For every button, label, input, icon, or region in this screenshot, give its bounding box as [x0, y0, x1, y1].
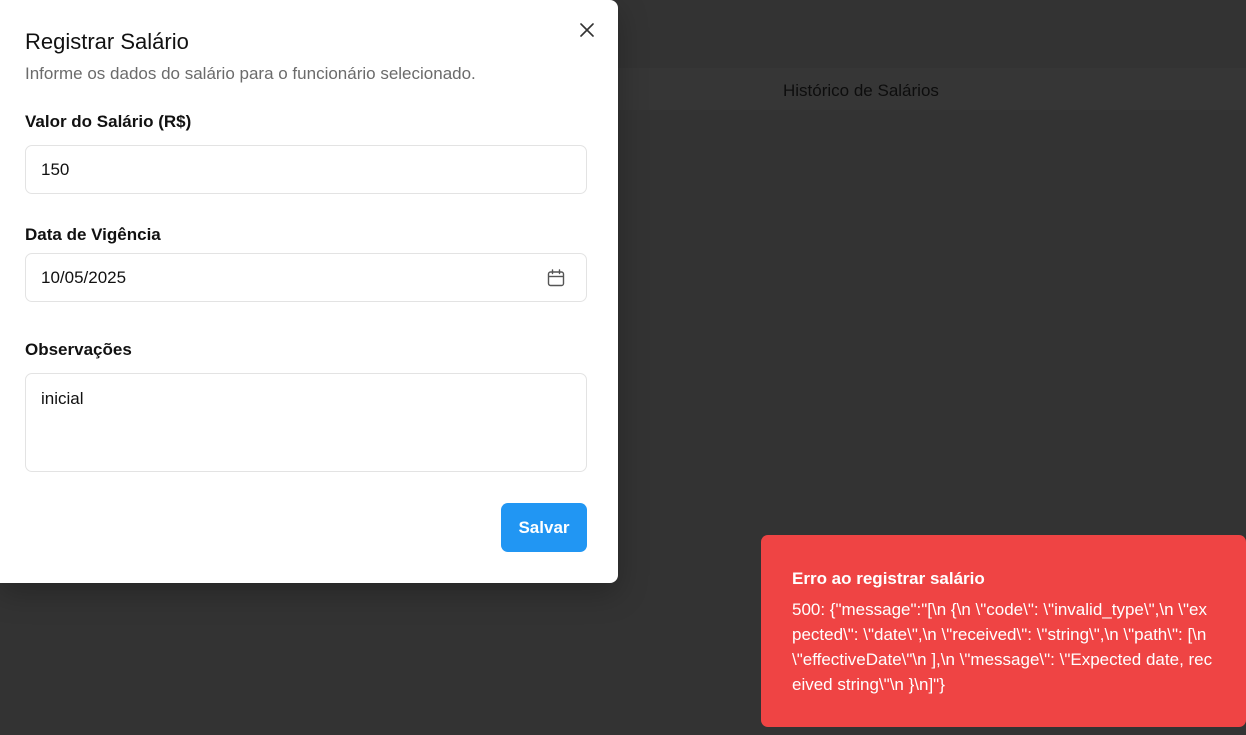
dialog-description: Informe os dados do salário para o funci… — [25, 64, 476, 83]
notes-value: inicial — [41, 389, 84, 408]
effective-date-value: 10/05/2025 — [41, 267, 127, 287]
close-icon — [580, 23, 594, 37]
error-toast[interactable]: Erro ao registrar salário 500: {"message… — [761, 535, 1246, 727]
effective-date-label: Data de Vigência — [25, 225, 161, 244]
dialog-title: Registrar Salário — [25, 29, 189, 54]
effective-date-input[interactable]: 10/05/2025 — [25, 253, 587, 302]
notes-textarea[interactable]: inicial — [25, 373, 587, 472]
tab-salary-history[interactable]: Histórico de Salários — [783, 81, 939, 101]
calendar-icon[interactable] — [546, 268, 566, 288]
salary-label: Valor do Salário (R$) — [25, 112, 192, 131]
salary-value: 150 — [41, 159, 70, 179]
toast-message: 500: {"message":"[\n {\n \"code\": \"inv… — [792, 600, 1213, 694]
toast-title: Erro ao registrar salário — [792, 569, 985, 588]
close-button[interactable] — [576, 19, 598, 41]
notes-label: Observações — [25, 340, 132, 359]
save-button[interactable]: Salvar — [501, 503, 587, 552]
salary-input[interactable]: 150 — [25, 145, 587, 194]
register-salary-dialog: Registrar Salário Informe os dados do sa… — [0, 0, 618, 583]
